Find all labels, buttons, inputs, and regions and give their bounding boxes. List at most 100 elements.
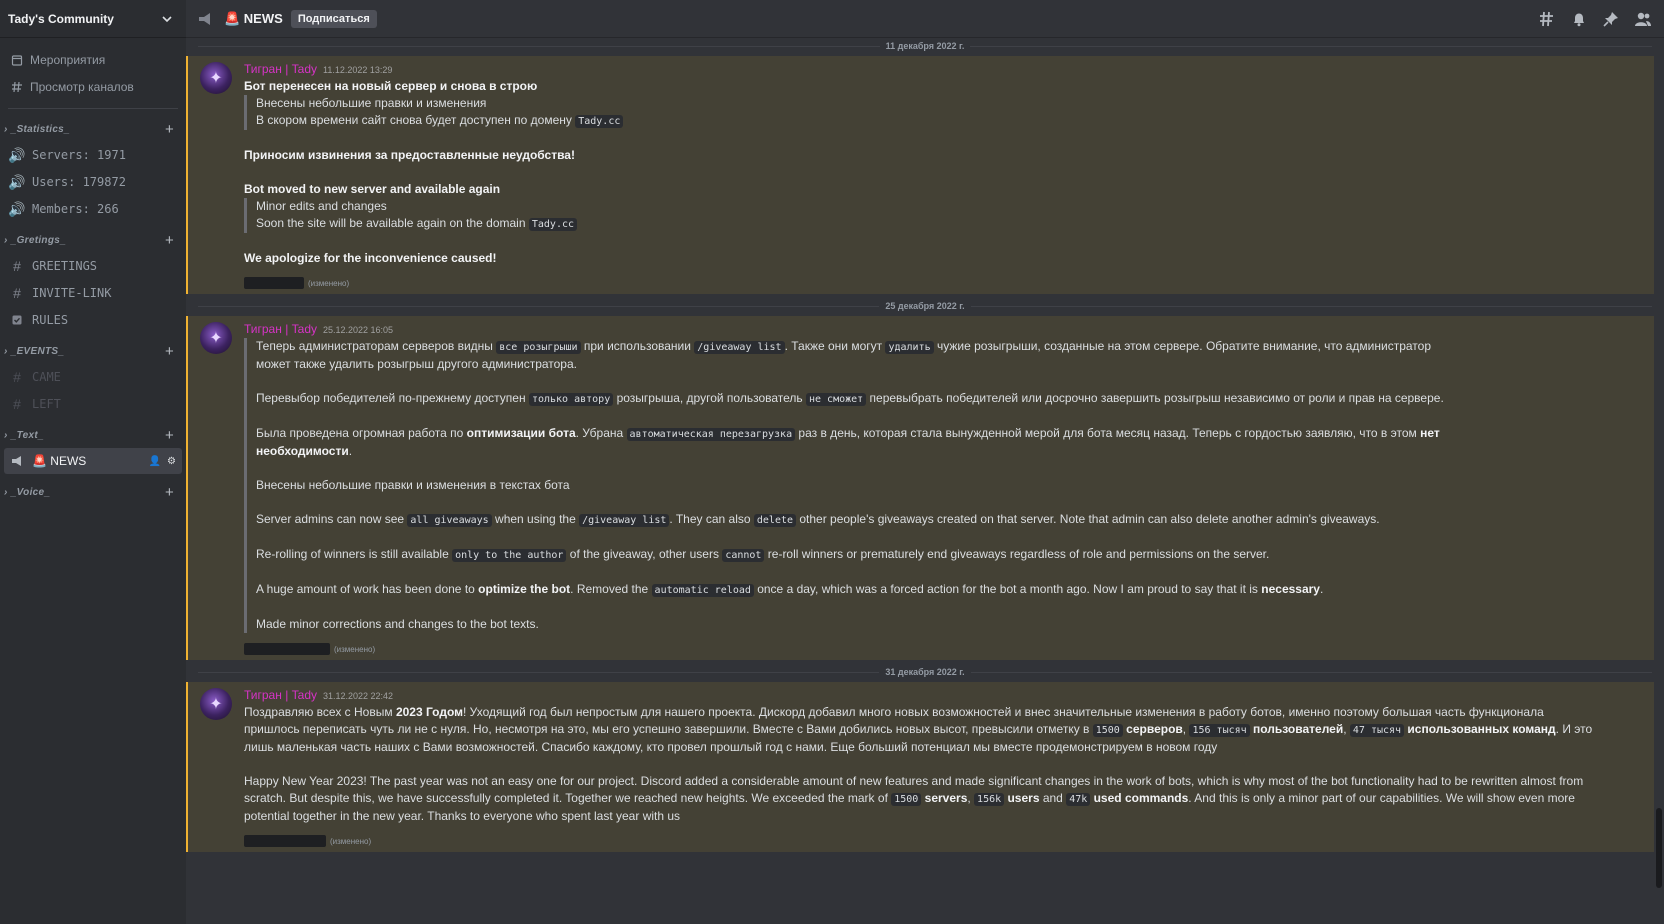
invite-member-icon[interactable]: 👤	[149, 456, 161, 467]
edited-label: (изменено)	[308, 278, 350, 288]
threads-icon[interactable]	[1538, 10, 1556, 28]
rules-icon	[10, 313, 24, 327]
message-line: Bot moved to new server and available ag…	[244, 182, 501, 196]
sidebar-item-events[interactable]: Мероприятия	[4, 47, 182, 73]
server-header[interactable]: Tady's Community	[0, 0, 186, 38]
avatar[interactable]: ✦	[200, 62, 232, 94]
channel-greetings[interactable]: # GREETINGS	[4, 253, 182, 279]
channel-left[interactable]: # LEFT	[4, 391, 182, 417]
pin-icon[interactable]	[1602, 10, 1620, 28]
message-author[interactable]: Тигран | Tady	[244, 322, 317, 336]
channel-label: CAME	[32, 370, 61, 384]
add-channel-icon[interactable]: +	[165, 484, 174, 501]
message-line: Бот перенесен на новый сервер и снова в …	[244, 79, 538, 93]
category-text[interactable]: › _Text_ +	[0, 423, 186, 447]
sidebar-item-browse-channels[interactable]: Просмотр каналов	[4, 74, 182, 100]
voice-icon: 🔊	[8, 200, 26, 217]
edited-label: (изменено)	[330, 836, 372, 846]
channel-title: 🚨 NEWS	[224, 10, 283, 26]
message-line: potential together in the new year. Than…	[244, 809, 681, 823]
avatar[interactable]: ✦	[200, 688, 232, 720]
sidebar-item-label: Мероприятия	[30, 53, 106, 67]
category-events[interactable]: › _EVENTS_ +	[0, 339, 186, 363]
message-author[interactable]: Тигран | Tady	[244, 62, 317, 76]
channel-label: Users: 179872	[32, 175, 126, 189]
category-voice[interactable]: › _Voice_ +	[0, 480, 186, 504]
message-line: We apologize for the inconvenience cause…	[244, 251, 497, 265]
channel-rules[interactable]: RULES	[4, 307, 182, 333]
message-timestamp: 11.12.2022 13:29	[323, 65, 393, 75]
category-label: › _Voice_	[4, 486, 51, 498]
members-icon[interactable]	[1634, 10, 1652, 28]
message-line: лишь маленькая часть наших с Вами возмож…	[244, 740, 1218, 754]
channel-news[interactable]: 🚨 NEWS 👤 ⚙	[4, 448, 182, 474]
message-author[interactable]: Тигран | Tady	[244, 688, 317, 702]
channel-invite-link[interactable]: # INVITE-LINK	[4, 280, 182, 306]
message-line: Приносим извинения за предоставленные не…	[244, 148, 575, 162]
follow-button[interactable]: Подписаться	[290, 9, 377, 28]
scrollbar[interactable]	[1656, 808, 1662, 888]
voice-icon: 🔊	[8, 146, 26, 163]
category-gretings[interactable]: › _Gretings_ +	[0, 228, 186, 252]
channel-label: GREETINGS	[32, 259, 98, 273]
category-label: › _Statistics_	[4, 123, 70, 135]
add-channel-icon[interactable]: +	[165, 232, 174, 249]
message-list: 11 декабря 2022 г. ✦ Тигран | Tady 11.12…	[186, 38, 1664, 924]
message-quote: Minor edits and changes	[244, 198, 1654, 215]
message-line: Happy New Year 2023! The past year was n…	[244, 774, 1584, 788]
inline-code: Tady.cc	[528, 218, 578, 231]
redacted-mention	[244, 835, 326, 847]
hash-icon: #	[13, 258, 21, 274]
channel-sidebar: Tady's Community Мероприятия Просмотр ка…	[0, 0, 186, 924]
message[interactable]: ✦ Тигран | Tady 25.12.2022 16:05 Теперь …	[186, 316, 1654, 660]
voice-icon: 🔊	[8, 173, 26, 190]
message-line: пришлось переписать чуть ли не с нуля. Н…	[244, 722, 1593, 737]
message-timestamp: 25.12.2022 16:05	[323, 325, 394, 335]
chevron-down-icon[interactable]	[160, 12, 174, 26]
channel-members-stat[interactable]: 🔊 Members: 266	[4, 196, 182, 222]
message[interactable]: ✦ Тигран | Tady 31.12.2022 22:42 Поздрав…	[186, 682, 1654, 852]
channel-label: RULES	[32, 313, 69, 327]
inline-code: Tady.cc	[575, 115, 624, 128]
calendar-icon	[10, 53, 24, 67]
message-line: Поздравляю всех с Новым 2023 Годом! Уход…	[244, 705, 1544, 719]
edited-label: (изменено)	[334, 644, 376, 654]
add-channel-icon[interactable]: +	[165, 121, 174, 138]
channel-label: LEFT	[32, 397, 61, 411]
message-timestamp: 31.12.2022 22:42	[323, 691, 394, 701]
category-label: › _Text_	[4, 429, 44, 441]
avatar[interactable]: ✦	[200, 322, 232, 354]
bell-icon[interactable]	[1570, 10, 1588, 28]
channel-came[interactable]: # CAME	[4, 364, 182, 390]
category-statistics[interactable]: › _Statistics_ +	[0, 117, 186, 141]
channel-header: 🚨 NEWS Подписаться	[186, 0, 1664, 38]
message[interactable]: ✦ Тигран | Tady 11.12.2022 13:29 Бот пер…	[186, 56, 1654, 294]
sidebar-divider	[8, 108, 178, 109]
gear-icon[interactable]: ⚙	[167, 456, 176, 467]
hash-icon: #	[13, 396, 21, 412]
channel-label: INVITE-LINK	[32, 286, 112, 300]
browse-channels-icon	[10, 80, 24, 94]
channel-label: 🚨 NEWS	[32, 454, 87, 468]
redacted-mention	[244, 277, 304, 289]
date-divider: 25 декабря 2022 г.	[198, 300, 1652, 312]
add-channel-icon[interactable]: +	[165, 343, 174, 360]
message-quote: Внесены небольшие правки и изменения	[244, 95, 1654, 112]
date-divider: 31 декабря 2022 г.	[198, 666, 1652, 678]
message-line: scratch. But despite this, we have succe…	[244, 791, 1575, 806]
channel-label: Members: 266	[32, 202, 119, 216]
announcement-icon	[10, 454, 24, 468]
message-quote: Soon the site will be available again on…	[244, 215, 1654, 233]
channel-users-stat[interactable]: 🔊 Users: 179872	[4, 169, 182, 195]
hash-icon: #	[13, 369, 21, 385]
channel-label: Servers: 1971	[32, 148, 126, 162]
channel-servers-stat[interactable]: 🔊 Servers: 1971	[4, 142, 182, 168]
announcement-icon	[198, 12, 214, 26]
hash-icon: #	[13, 285, 21, 301]
add-channel-icon[interactable]: +	[165, 427, 174, 444]
category-label: › _EVENTS_	[4, 345, 65, 357]
redacted-mention	[244, 643, 330, 655]
sidebar-item-label: Просмотр каналов	[30, 80, 134, 94]
server-name: Tady's Community	[8, 11, 114, 26]
date-divider: 11 декабря 2022 г.	[198, 40, 1652, 52]
